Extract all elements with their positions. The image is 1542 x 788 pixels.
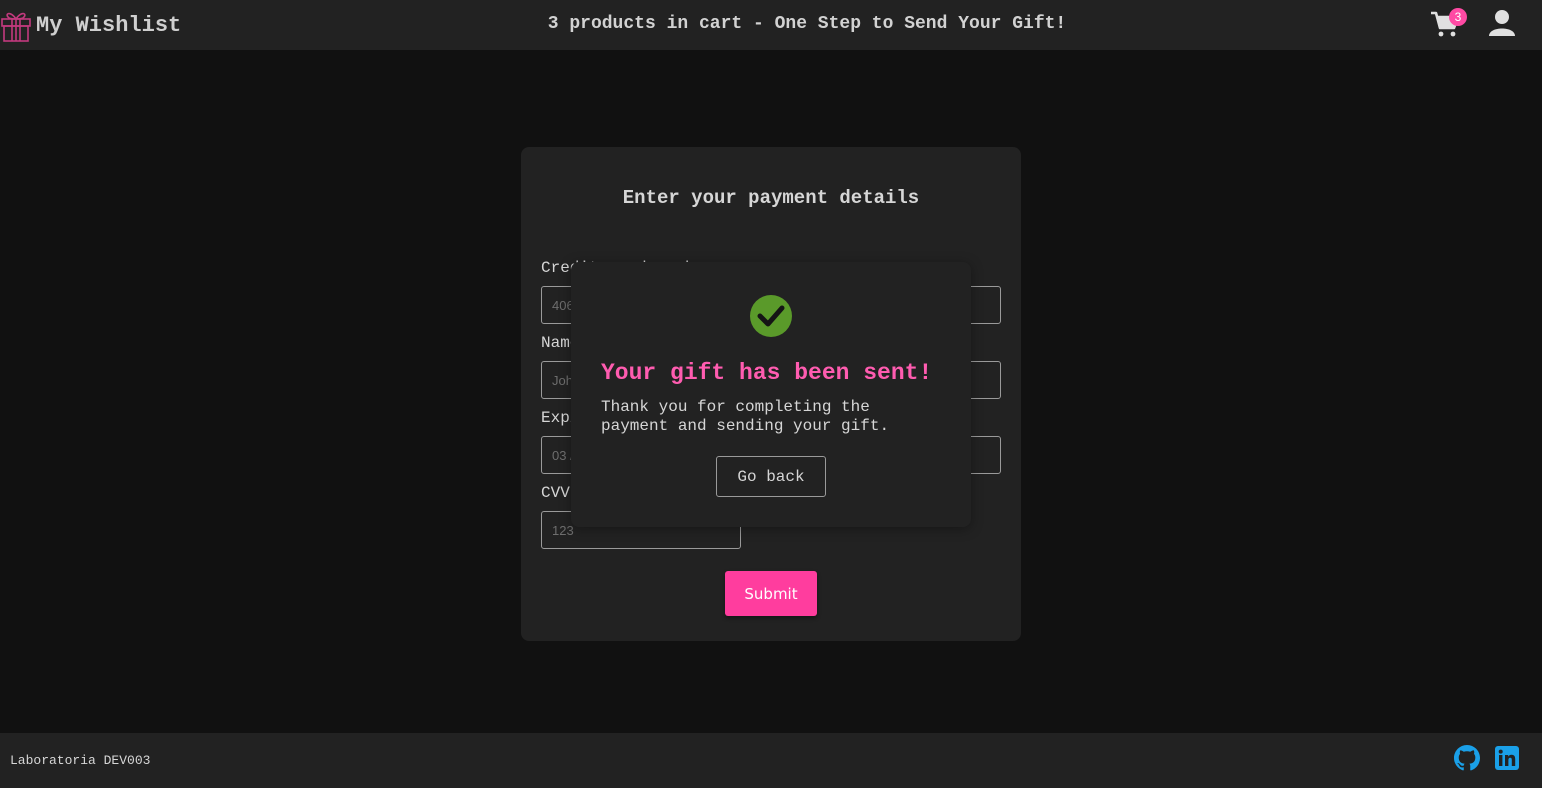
go-back-button[interactable]: Go back [716,456,826,497]
cart-count-badge: 3 [1449,8,1467,26]
user-icon[interactable] [1488,8,1516,38]
cart-message: 3 products in cart - One Step to Send Yo… [547,14,1067,34]
footer: Laboratoria DEV003 [0,733,1542,788]
payment-form-title: Enter your payment details [622,187,920,209]
submit-button[interactable]: Submit [725,571,817,616]
cvv-label: CVV [541,484,570,502]
linkedin-icon[interactable] [1495,746,1519,770]
github-icon[interactable] [1454,745,1480,771]
check-circle-icon [750,295,792,337]
footer-credit: Laboratoria DEV003 [10,753,151,768]
modal-message: Thank you for completing the payment and… [601,398,890,435]
modal-title: Your gift has been sent! [601,360,933,386]
header: My Wishlist 3 products in cart - One Ste… [0,0,1542,50]
cart-button[interactable]: 3 [1430,6,1467,38]
success-modal: Your gift has been sent! Thank you for c… [571,262,971,527]
